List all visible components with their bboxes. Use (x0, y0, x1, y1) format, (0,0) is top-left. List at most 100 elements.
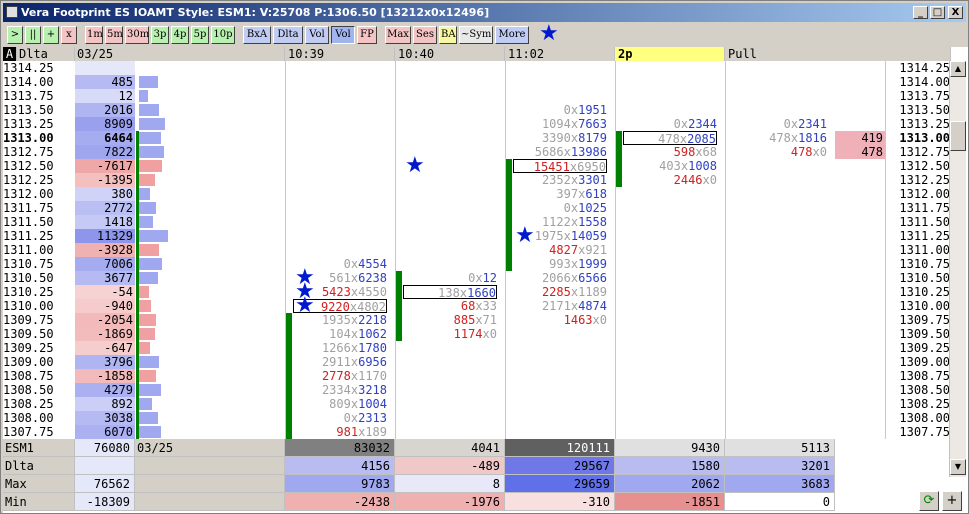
table-row: 1308.50 4279 2334x3218 1308.50 (3, 383, 968, 397)
delta-cell: 3038 (75, 411, 135, 425)
delta-cell: -3928 (75, 243, 135, 257)
toolbar-button-BA-18[interactable]: BA (439, 26, 457, 44)
footer-col3: 120111 (505, 439, 615, 457)
volume-bar (139, 104, 159, 116)
footer-col5: 5113 (725, 439, 835, 457)
scroll-up-icon[interactable]: ▲ (950, 61, 966, 77)
table-row: 1308.25 892 809x1004 1308.25 (3, 397, 968, 411)
price-right: 1311.75 (899, 201, 950, 215)
table-row: 1312.25 -1395 2352x3301 2446x0 1312.25 (3, 173, 968, 187)
toolbar-button-30m-6[interactable]: 30m (125, 26, 149, 44)
col-header-1102[interactable]: 11:02 (505, 47, 615, 61)
bid-ask-cell: 2171x4874 (541, 299, 607, 313)
footer-col5: 3683 (725, 475, 835, 493)
scroll-down-icon[interactable]: ▼ (950, 459, 966, 475)
volume-bar (139, 174, 155, 186)
volume-bar (139, 230, 168, 242)
bid-ask-cell: 981x189 (336, 425, 387, 439)
table-row: 1310.25 -54 5423x4550 138x1660 2285x1189 1310… (3, 285, 968, 300)
delta-cell: 7006 (75, 257, 135, 271)
table-row: 1314.25 1314.25 (3, 61, 968, 75)
bid-ask-cell: 0x2344 (673, 117, 717, 131)
toolbar-button-More-20[interactable]: More (495, 26, 529, 44)
footer-value (75, 457, 135, 475)
toolbar-button-4p-8[interactable]: 4p (171, 26, 189, 44)
profile-marker (136, 299, 139, 313)
toolbar-button-BxA-11[interactable]: BxA (243, 26, 271, 44)
corner-header[interactable]: A (3, 47, 17, 61)
maximize-button[interactable]: □ (930, 6, 945, 19)
table-row: 1308.00 3038 0x2313 1308.00 (3, 411, 968, 425)
table-row: 1313.25 8909 1094x7663 0x2344 0x2341 1313.25 (3, 117, 968, 131)
toolbar-button-1m-4[interactable]: 1m (85, 26, 103, 44)
toolbar-button-FP-15[interactable]: FP (357, 26, 377, 44)
col-header-pull[interactable]: Pull (725, 47, 951, 61)
footer-label: Dlta (3, 457, 75, 475)
bid-ask-cell: 5686x13986 (534, 145, 607, 159)
bid-ask-cell: 478x0 (790, 145, 827, 159)
session-bar (286, 369, 292, 383)
toolbar-button-5m-5[interactable]: 5m (105, 26, 123, 44)
price-right: 1312.75 (899, 145, 950, 159)
price-left: 1309.00 (3, 355, 54, 369)
vertical-scrollbar[interactable]: ▲ ▼ (949, 61, 966, 477)
price-left: 1309.25 (3, 341, 54, 355)
price-right: 1310.00 (899, 299, 950, 313)
price-right: 1308.00 (899, 411, 950, 425)
bid-ask-cell: 2066x6566 (541, 271, 607, 285)
toolbar-button-Vol-14[interactable]: Vol (331, 26, 355, 44)
profile-marker (136, 257, 139, 271)
price-left: 1313.00 (3, 131, 54, 145)
toolbar-button-Vol-13[interactable]: Vol (305, 26, 329, 44)
toolbar-button-Ses-17[interactable]: Ses (413, 26, 437, 44)
close-button[interactable]: X (948, 6, 963, 19)
toolbar-button-Max-16[interactable]: Max (385, 26, 411, 44)
refresh-icon[interactable]: ⟳ (919, 491, 939, 511)
star-icon[interactable]: ★ (539, 23, 559, 45)
date-header[interactable]: 03/25 (75, 47, 285, 61)
toolbar-button-x-3[interactable]: x (61, 26, 77, 44)
col-header-1039[interactable]: 10:39 (285, 47, 395, 61)
title-bar[interactable]: Vera Footprint ES IOAMT Style: ESM1: V:2… (3, 3, 966, 22)
footer-date (135, 457, 285, 475)
delta-cell: -2054 (75, 313, 135, 327)
dlta-header[interactable]: Dlta (17, 47, 75, 61)
price-right: 1308.75 (899, 369, 950, 383)
volume-bar (139, 356, 159, 368)
price-left: 1310.75 (3, 257, 54, 271)
toolbar-button-Sym-19[interactable]: ~Sym (459, 26, 493, 44)
price-right: 1311.25 (899, 229, 950, 243)
price-right: 1312.00 (899, 187, 950, 201)
price-left: 1314.00 (3, 75, 54, 89)
toolbar-button-5p-9[interactable]: 5p (191, 26, 209, 44)
price-left: 1313.75 (3, 89, 54, 103)
col-header-1040[interactable]: 10:40 (395, 47, 505, 61)
delta-cell (75, 61, 135, 75)
footer-col2: 4041 (395, 439, 505, 457)
bid-ask-cell: 1266x1780 (321, 341, 387, 355)
star-icon: ★ (515, 223, 535, 248)
bid-ask-cell: 478x1816 (769, 131, 827, 145)
toolbar-button-Dlta-12[interactable]: Dlta (273, 26, 303, 44)
toolbar-button--0[interactable]: > (7, 26, 23, 44)
session-bar (396, 299, 402, 313)
footer-date: 03/25 (135, 439, 285, 457)
toolbar-button--2[interactable]: + (43, 26, 59, 44)
minimize-button[interactable]: _ (913, 6, 928, 19)
toolbar-button-10p-10[interactable]: 10p (211, 26, 235, 44)
price-left: 1312.50 (3, 159, 54, 173)
add-icon[interactable]: + (942, 491, 962, 511)
volume-bar (139, 426, 161, 438)
session-bar (286, 327, 292, 341)
col-header-2p[interactable]: 2p (615, 47, 725, 61)
scroll-thumb[interactable] (950, 121, 966, 151)
profile-marker (136, 243, 139, 257)
bid-ask-cell: 2911x6956 (321, 355, 387, 369)
toolbar-button-3p-7[interactable]: 3p (151, 26, 169, 44)
price-left: 1312.25 (3, 173, 54, 187)
volume-bar (139, 384, 161, 396)
volume-bar (139, 216, 153, 228)
table-row: 1313.50 2016 0x1951 1313.50 (3, 103, 968, 117)
toolbar-button--1[interactable]: || (25, 26, 41, 44)
table-row: 1311.75 2772 0x1025 1311.75 (3, 201, 968, 215)
